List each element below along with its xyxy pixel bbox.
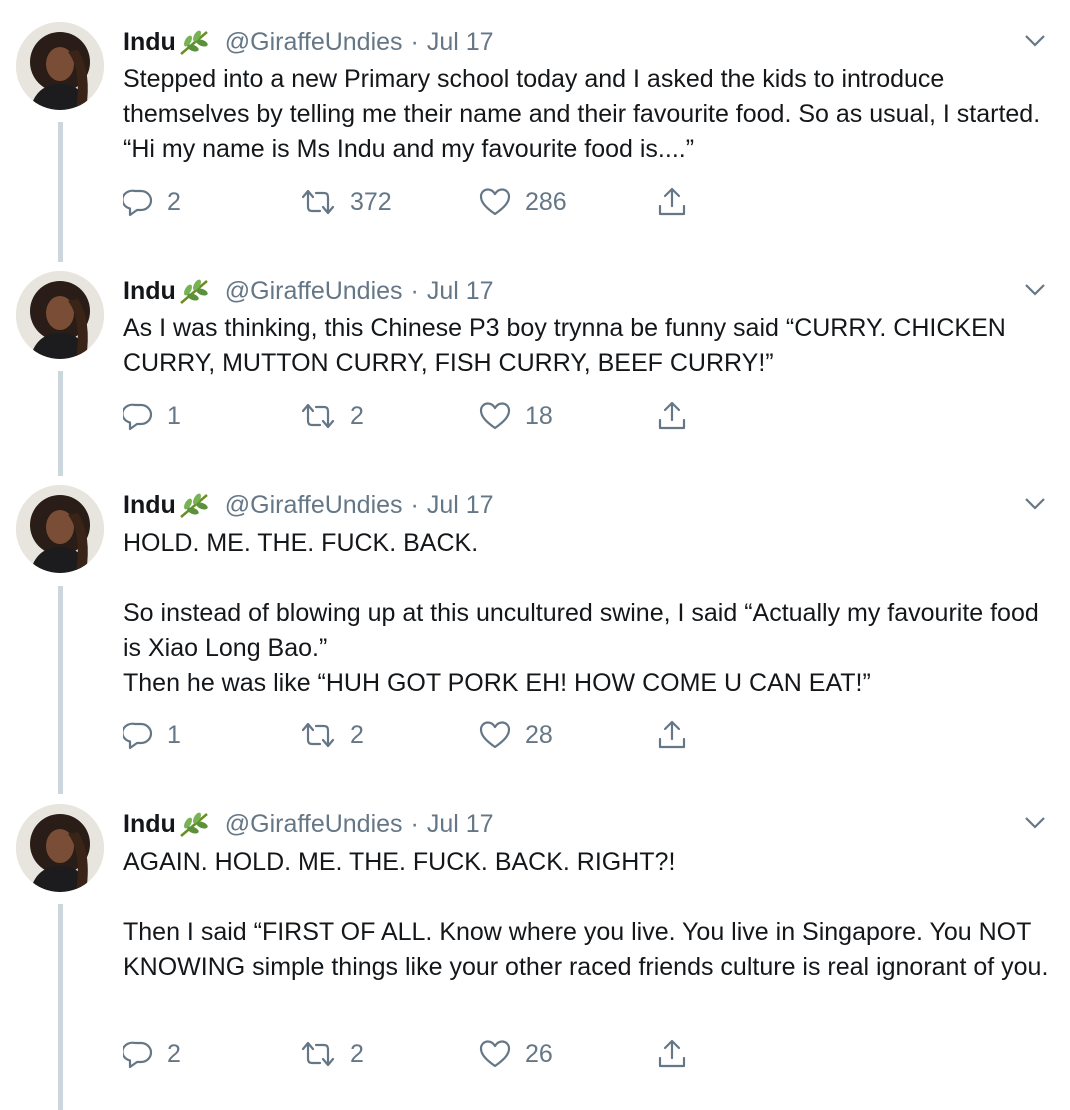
retweet-icon [301, 1041, 335, 1067]
avatar-photo [16, 271, 104, 359]
like-button[interactable]: 18 [479, 396, 553, 436]
tweet-actions: 2 372 286 [123, 182, 723, 222]
reply-icon [123, 403, 153, 431]
display-name[interactable]: Indu [123, 277, 176, 306]
tweet-date[interactable]: Jul 17 [427, 28, 494, 57]
reply-count: 2 [167, 1039, 181, 1068]
heart-icon [479, 721, 511, 749]
avatar-photo [16, 22, 104, 110]
reply-icon [123, 722, 153, 750]
thread-line [58, 371, 63, 476]
reply-button[interactable]: 2 [123, 182, 181, 222]
tweet-date[interactable]: Jul 17 [427, 810, 494, 839]
tweet-header: Indu @GiraffeUndies · Jul 17 [123, 271, 494, 311]
heart-icon [479, 1040, 511, 1068]
user-handle[interactable]: @GiraffeUndies [225, 277, 403, 306]
share-button[interactable] [656, 715, 688, 755]
tweet-header: Indu @GiraffeUndies · Jul 17 [123, 485, 494, 525]
chevron-down-icon[interactable] [1020, 275, 1050, 305]
retweet-button[interactable]: 2 [300, 715, 364, 755]
heart-icon [479, 402, 511, 430]
share-button[interactable] [656, 1034, 688, 1074]
like-count: 18 [525, 401, 553, 430]
reply-count: 1 [167, 401, 181, 430]
retweet-icon [301, 189, 335, 215]
separator-dot: · [410, 27, 419, 56]
reply-button[interactable]: 1 [123, 715, 181, 755]
retweet-count: 2 [350, 1039, 364, 1068]
retweet-icon [301, 722, 335, 748]
tweet-header: Indu @GiraffeUndies · Jul 17 [123, 22, 494, 62]
herb-icon [179, 28, 211, 56]
user-handle[interactable]: @GiraffeUndies [225, 810, 403, 839]
reply-icon [123, 1041, 153, 1069]
tweet-header: Indu @GiraffeUndies · Jul 17 [123, 804, 494, 844]
retweet-button[interactable]: 372 [300, 182, 392, 222]
tweet-date[interactable]: Jul 17 [427, 277, 494, 306]
retweet-count: 2 [350, 401, 364, 430]
user-handle[interactable]: @GiraffeUndies [225, 28, 403, 57]
avatar[interactable] [16, 804, 104, 892]
reply-button[interactable]: 1 [123, 396, 181, 436]
tweet-text: AGAIN. HOLD. ME. THE. FUCK. BACK. RIGHT?… [123, 848, 1049, 981]
retweet-count: 372 [350, 187, 392, 216]
avatar[interactable] [16, 271, 104, 359]
reply-count: 1 [167, 720, 181, 749]
chevron-down-icon[interactable] [1020, 808, 1050, 838]
thread-line [58, 904, 63, 1110]
reply-icon [123, 189, 153, 217]
display-name[interactable]: Indu [123, 28, 176, 57]
avatar-photo [16, 485, 104, 573]
display-name[interactable]: Indu [123, 491, 176, 520]
like-button[interactable]: 28 [479, 715, 553, 755]
share-button[interactable] [656, 396, 688, 436]
retweet-button[interactable]: 2 [300, 396, 364, 436]
avatar[interactable] [16, 485, 104, 573]
thread-line [58, 122, 63, 262]
display-name[interactable]: Indu [123, 810, 176, 839]
like-count: 286 [525, 187, 567, 216]
reply-button[interactable]: 2 [123, 1034, 181, 1074]
retweet-button[interactable]: 2 [300, 1034, 364, 1074]
tweet-text: As I was thinking, this Chinese P3 boy t… [123, 314, 1013, 377]
chevron-down-icon[interactable] [1020, 489, 1050, 519]
separator-dot: · [410, 809, 419, 838]
avatar[interactable] [16, 22, 104, 110]
herb-icon [179, 491, 211, 519]
heart-icon [479, 188, 511, 216]
share-icon [658, 401, 686, 430]
share-icon [658, 1039, 686, 1068]
like-count: 26 [525, 1039, 553, 1068]
tweet-text: Stepped into a new Primary school today … [123, 65, 1048, 163]
like-count: 28 [525, 720, 553, 749]
reply-count: 2 [167, 187, 181, 216]
separator-dot: · [410, 490, 419, 519]
like-button[interactable]: 286 [479, 182, 567, 222]
user-handle[interactable]: @GiraffeUndies [225, 491, 403, 520]
retweet-icon [301, 403, 335, 429]
herb-icon [179, 277, 211, 305]
chevron-down-icon[interactable] [1020, 26, 1050, 56]
thread-line [58, 586, 63, 794]
tweet-actions: 1 2 18 [123, 396, 723, 436]
retweet-count: 2 [350, 720, 364, 749]
tweet-actions: 2 2 26 [123, 1034, 723, 1074]
tweet-text: HOLD. ME. THE. FUCK. BACK. So instead of… [123, 529, 1039, 697]
tweet-actions: 1 2 28 [123, 715, 723, 755]
separator-dot: · [410, 276, 419, 305]
share-icon [658, 720, 686, 749]
share-button[interactable] [656, 182, 688, 222]
share-icon [658, 187, 686, 216]
avatar-photo [16, 804, 104, 892]
herb-icon [179, 810, 211, 838]
like-button[interactable]: 26 [479, 1034, 553, 1074]
tweet-date[interactable]: Jul 17 [427, 491, 494, 520]
